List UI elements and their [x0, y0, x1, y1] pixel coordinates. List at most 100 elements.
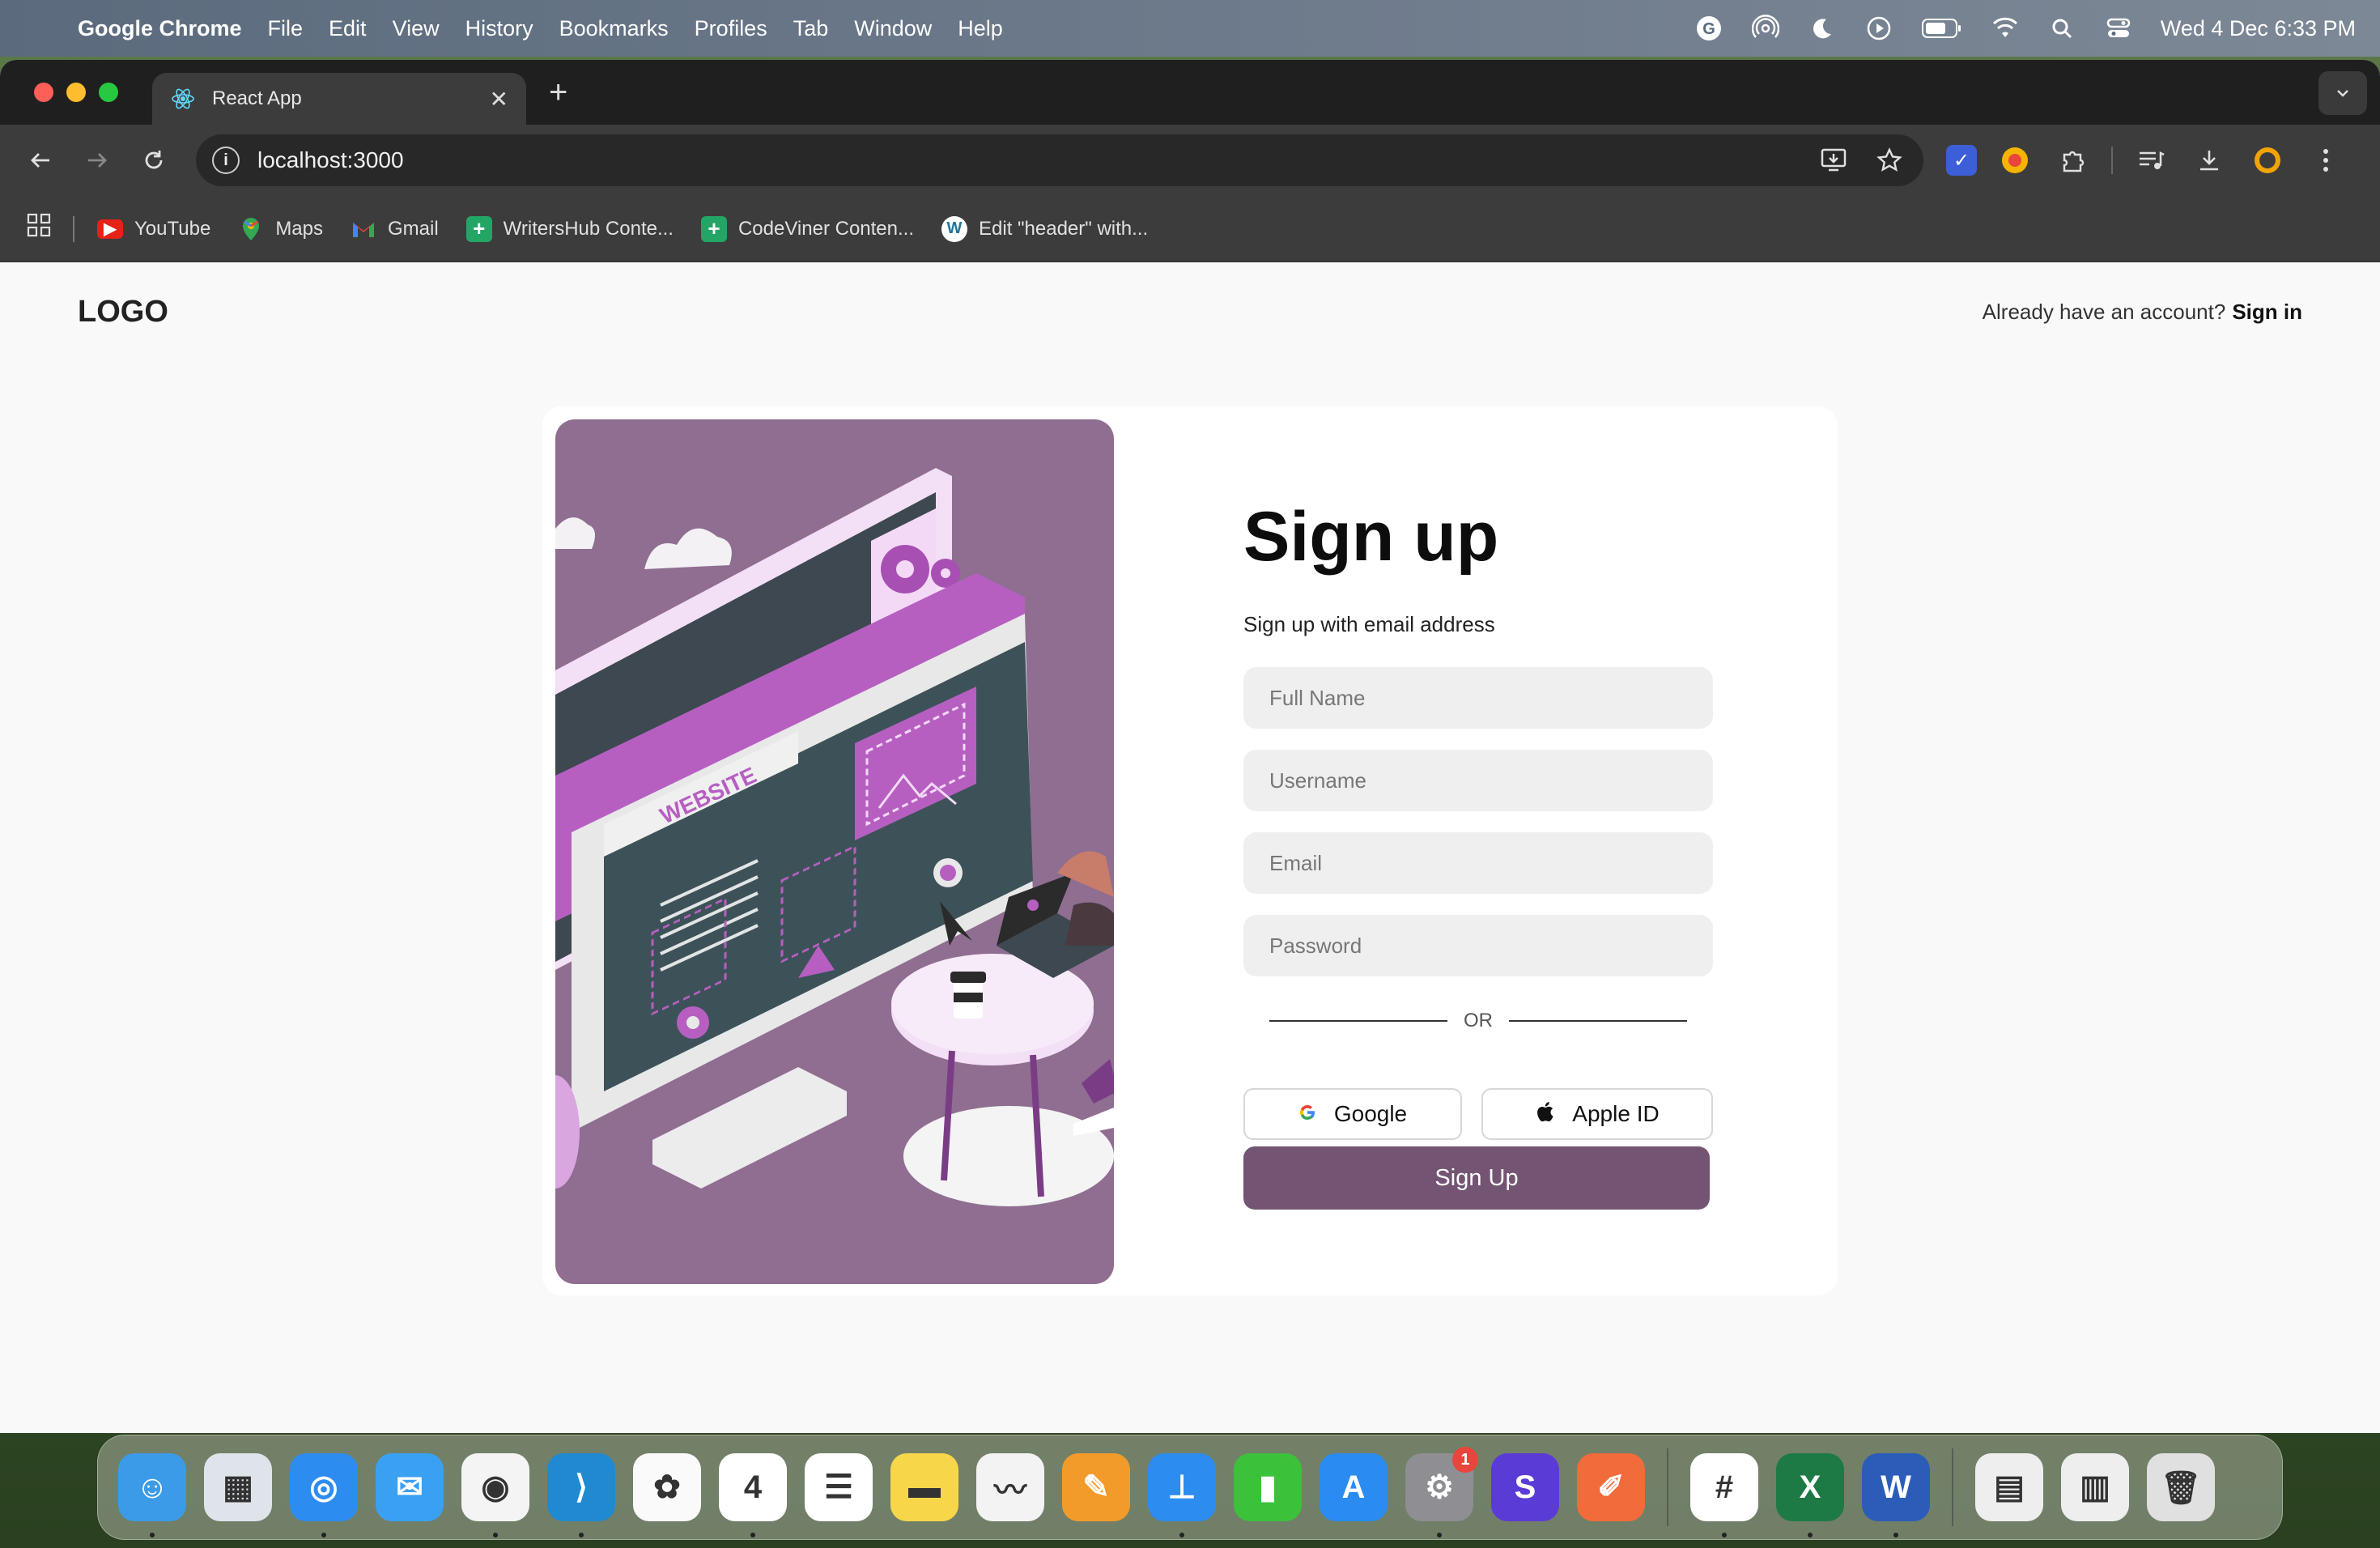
dock-app-notes[interactable]: ▬	[890, 1453, 958, 1521]
google-signin-button[interactable]: Google	[1243, 1088, 1462, 1140]
sign-up-button[interactable]: Sign Up	[1243, 1146, 1710, 1210]
bookmark-writershub[interactable]: + WritersHub Conte...	[465, 215, 674, 242]
wifi-icon[interactable]	[1991, 14, 2020, 43]
install-app-icon[interactable]	[1817, 142, 1852, 178]
google-icon	[1298, 1102, 1316, 1127]
react-icon	[170, 86, 196, 112]
new-tab-button[interactable]: +	[549, 74, 567, 111]
menubar-clock[interactable]: Wed 4 Dec 6:33 PM	[2161, 16, 2356, 41]
dock-app-keynote[interactable]: ⊥	[1148, 1453, 1216, 1537]
menu-edit[interactable]: Edit	[329, 16, 367, 41]
word-icon: W	[1881, 1469, 1911, 1505]
dock-app-freeform[interactable]: 〰	[976, 1453, 1044, 1521]
menu-window[interactable]: Window	[854, 16, 932, 41]
tab-strip: React App ✕ +	[0, 60, 2380, 125]
forward-button[interactable]	[74, 138, 120, 183]
dock-app-excel[interactable]: X	[1776, 1453, 1844, 1537]
dock-app-postman[interactable]: ✐	[1577, 1453, 1645, 1521]
grammarly-icon[interactable]: G	[1694, 14, 1723, 43]
control-center-icon[interactable]	[2104, 14, 2133, 43]
battery-icon[interactable]	[1921, 14, 1963, 43]
dock-app-chrome[interactable]: ◉	[461, 1453, 529, 1537]
menu-help[interactable]: Help	[958, 16, 1003, 41]
apps-grid-icon[interactable]	[26, 212, 52, 245]
minimize-window-button[interactable]	[66, 83, 86, 102]
site-logo[interactable]: LOGO	[78, 295, 168, 330]
username-input[interactable]	[1243, 750, 1713, 811]
tab-react-app[interactable]: React App ✕	[152, 73, 526, 125]
notification-badge: 1	[1452, 1447, 1478, 1473]
bookmark-label: Edit "header" with...	[979, 217, 1149, 240]
airdrop-icon[interactable]	[1751, 14, 1780, 43]
spotlight-search-icon[interactable]	[2047, 14, 2076, 43]
url-text[interactable]: localhost:3000	[257, 147, 1797, 173]
wordpress-icon: W	[941, 215, 967, 242]
play-icon[interactable]	[1864, 14, 1893, 43]
menu-tab[interactable]: Tab	[793, 16, 829, 41]
dock-app-numbers[interactable]: ▮	[1234, 1453, 1302, 1521]
bookmark-gmail[interactable]: Gmail	[351, 216, 439, 242]
dock-app-photos[interactable]: ✿	[633, 1453, 701, 1521]
downloads-icon[interactable]	[2189, 140, 2229, 181]
bookmark-codeviner[interactable]: + CodeViner Conten...	[700, 215, 914, 242]
reload-button[interactable]	[131, 138, 176, 183]
divider-line-left	[1269, 1020, 1447, 1022]
back-button[interactable]	[18, 138, 63, 183]
extensions-puzzle-icon[interactable]	[2053, 140, 2093, 181]
dock-app-trash[interactable]: 🗑	[2147, 1453, 2215, 1521]
bookmark-maps[interactable]: Maps	[238, 216, 323, 242]
running-indicator	[1722, 1533, 1727, 1537]
site-info-icon[interactable]: i	[212, 147, 240, 174]
dock-app-document-stack[interactable]: ▤	[1975, 1453, 2043, 1521]
mail-icon: ✉	[396, 1469, 423, 1505]
menu-view[interactable]: View	[393, 16, 440, 41]
dock-app-word[interactable]: W	[1862, 1453, 1930, 1537]
dock-app-system-settings[interactable]: ⚙ 1	[1405, 1447, 1478, 1537]
dock-app-figma-like[interactable]: S	[1491, 1453, 1559, 1521]
extension-orange-circle-icon[interactable]	[1995, 140, 2035, 181]
zoom-window-button[interactable]	[99, 83, 118, 102]
dock-app-screenshot-stack[interactable]: ▥	[2061, 1453, 2129, 1521]
signin-link[interactable]: Sign in	[2232, 300, 2302, 324]
dock-app-pages[interactable]: ✎	[1062, 1453, 1130, 1521]
dock-app-reminders[interactable]: ☰	[805, 1453, 873, 1521]
menu-file[interactable]: File	[268, 16, 304, 41]
running-indicator	[1437, 1533, 1442, 1537]
dock-app-vscode[interactable]: ⟩	[547, 1453, 615, 1537]
close-tab-icon[interactable]: ✕	[490, 86, 508, 113]
menu-bookmarks[interactable]: Bookmarks	[559, 16, 669, 41]
focus-moon-icon[interactable]	[1808, 14, 1837, 43]
menu-profiles[interactable]: Profiles	[695, 16, 767, 41]
dock-app-safari[interactable]: ◎	[290, 1453, 358, 1537]
apple-signin-button[interactable]: Apple ID	[1481, 1088, 1713, 1140]
profile-avatar-icon[interactable]	[2247, 140, 2288, 181]
full-name-input[interactable]	[1243, 667, 1713, 729]
numbers-icon: ▮	[1258, 1469, 1277, 1505]
dock-app-app-store[interactable]: A	[1320, 1453, 1388, 1521]
form-title: Sign up	[1243, 498, 1499, 576]
photos-icon: ✿	[653, 1469, 681, 1505]
extension-checklist-icon[interactable]: ✓	[1946, 145, 1977, 176]
bookmark-label: WritersHub Conte...	[503, 217, 674, 240]
vscode-icon: ⟩	[575, 1469, 588, 1505]
address-bar[interactable]: i localhost:3000	[196, 134, 1923, 186]
bookmark-star-icon[interactable]	[1872, 142, 1907, 178]
tab-search-button[interactable]	[2318, 71, 2367, 115]
dock-app-slack[interactable]: #	[1690, 1453, 1758, 1537]
dock-app-calendar[interactable]: 4	[719, 1453, 787, 1537]
close-window-button[interactable]	[34, 83, 53, 102]
menu-app-name[interactable]: Google Chrome	[78, 16, 242, 41]
password-input[interactable]	[1243, 915, 1713, 976]
dock-app-launchpad[interactable]: ▦	[204, 1453, 272, 1521]
menu-history[interactable]: History	[465, 16, 533, 41]
dock-separator	[1667, 1448, 1668, 1526]
email-input[interactable]	[1243, 832, 1713, 894]
dock-app-finder[interactable]: ☺	[118, 1453, 186, 1537]
figma-like-icon: S	[1514, 1469, 1536, 1505]
chrome-menu-icon[interactable]	[2306, 140, 2346, 181]
bookmark-wordpress[interactable]: W Edit "header" with...	[941, 215, 1149, 242]
bookmark-youtube[interactable]: ▶ YouTube	[97, 218, 210, 240]
dock-app-mail[interactable]: ✉	[376, 1453, 444, 1521]
media-control-icon[interactable]	[2131, 140, 2171, 181]
divider-line-right	[1509, 1020, 1687, 1022]
